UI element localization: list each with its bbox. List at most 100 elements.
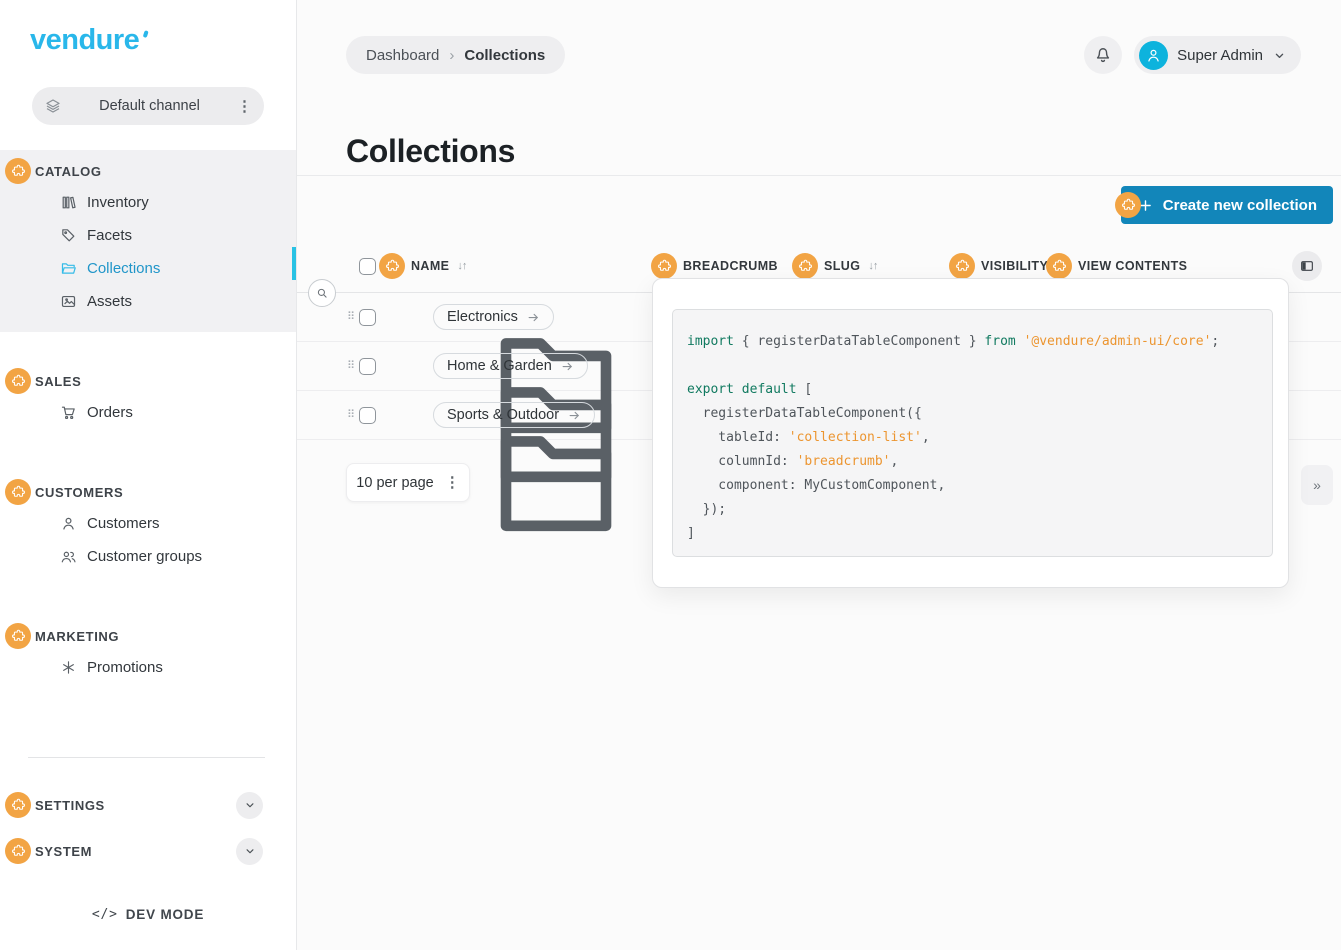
cart-icon — [60, 404, 77, 421]
chevron-down-icon — [243, 844, 257, 858]
section-label: CATALOG — [35, 164, 102, 179]
sidebar-item-collections[interactable]: Collections — [0, 252, 296, 285]
search-toggle[interactable] — [308, 279, 336, 307]
extension-badge[interactable] — [379, 253, 405, 279]
main-content: Dashboard › Collections Super Admin Coll… — [297, 0, 1341, 950]
extension-badge[interactable] — [5, 623, 31, 649]
chevron-down-icon — [243, 798, 257, 812]
channel-switcher[interactable]: Default channel ⋮ — [32, 87, 264, 125]
code-line: component: MyCustomComponent, — [687, 474, 1272, 498]
section-label: MARKETING — [35, 629, 119, 644]
extension-badge[interactable] — [1046, 253, 1072, 279]
select-all-checkbox[interactable] — [359, 258, 376, 275]
code-line: columnId: 'breadcrumb', — [687, 450, 1272, 474]
extension-badge[interactable] — [651, 253, 677, 279]
collection-name-link[interactable]: Home & Garden — [433, 353, 588, 379]
sort-icon[interactable]: ↓↑ — [868, 260, 877, 272]
code-line: tableId: 'collection-list', — [687, 426, 1272, 450]
sidebar-item-customer-groups[interactable]: Customer groups — [0, 540, 296, 573]
extension-badge[interactable] — [792, 253, 818, 279]
breadcrumb-collections[interactable]: Collections — [464, 47, 545, 64]
sidebar-item-customers[interactable]: Customers — [0, 507, 296, 540]
section-header: CATALOG — [0, 156, 296, 186]
puzzle-icon — [11, 374, 26, 389]
channel-menu-icon[interactable]: ⋮ — [237, 99, 252, 114]
extension-badge[interactable] — [1115, 192, 1141, 218]
sidebar-item-assets[interactable]: Assets — [0, 285, 296, 318]
nav-section-settings: SETTINGS — [0, 790, 296, 820]
drag-handle-icon[interactable]: ⠿ — [347, 410, 359, 421]
row-checkbox[interactable] — [359, 358, 376, 375]
expand-section-button[interactable] — [236, 792, 263, 819]
collection-name-link[interactable]: Electronics — [433, 304, 554, 330]
sort-icon[interactable]: ↓↑ — [457, 260, 466, 272]
breadcrumb: Dashboard › Collections — [346, 36, 565, 74]
expand-section-button[interactable] — [236, 838, 263, 865]
extension-badge[interactable] — [949, 253, 975, 279]
sidebar-item-orders[interactable]: Orders — [0, 396, 296, 429]
users-icon — [60, 548, 77, 565]
drag-handle-icon[interactable]: ⠿ — [347, 312, 359, 323]
puzzle-icon — [1121, 198, 1136, 213]
code-line: registerDataTableComponent({ — [687, 402, 1272, 426]
dev-mode-toggle[interactable]: </> DEV MODE — [0, 907, 296, 922]
arrow-right-icon — [526, 310, 541, 325]
sidebar-item-promotions[interactable]: Promotions — [0, 651, 296, 684]
puzzle-icon — [657, 259, 672, 274]
logo-trademark-mark — [143, 30, 149, 38]
next-page-button[interactable]: » — [1301, 465, 1333, 505]
dev-mode-code-popover: import { registerDataTableComponent } fr… — [652, 278, 1289, 588]
puzzle-icon — [955, 259, 970, 274]
nav-section-customers: CUSTOMERS CustomersCustomer groups — [0, 471, 296, 587]
section-header: SALES — [0, 366, 296, 396]
items-per-page-select[interactable]: 10 per page ⋮ — [346, 463, 470, 502]
section-label: SETTINGS — [35, 798, 105, 813]
per-page-label: 10 per page — [356, 475, 433, 491]
chevron-down-icon — [1272, 48, 1287, 63]
column-header-visibility: VISIBILITY — [949, 252, 1048, 280]
image-icon — [60, 293, 77, 310]
puzzle-icon — [11, 629, 26, 644]
extension-badge[interactable] — [5, 792, 31, 818]
column-settings-button[interactable] — [1292, 251, 1322, 281]
section-label: CUSTOMERS — [35, 485, 123, 500]
section-label: SALES — [35, 374, 81, 389]
puzzle-icon — [11, 485, 26, 500]
snow-icon — [60, 659, 77, 676]
code-line: import { registerDataTableComponent } fr… — [687, 330, 1272, 354]
extension-badge[interactable] — [5, 479, 31, 505]
row-checkbox[interactable] — [359, 309, 376, 326]
notifications-button[interactable] — [1084, 36, 1122, 74]
extension-badge[interactable] — [5, 158, 31, 184]
user-menu[interactable]: Super Admin — [1134, 36, 1301, 74]
vendure-logo: vendure — [30, 24, 144, 57]
sidebar-item-inventory[interactable]: Inventory — [0, 186, 296, 219]
puzzle-icon — [11, 164, 26, 179]
drag-handle-icon[interactable]: ⠿ — [347, 361, 359, 372]
code-snippet: import { registerDataTableComponent } fr… — [672, 309, 1273, 557]
column-header-name[interactable]: NAME↓↑ — [379, 252, 466, 280]
sidebar: vendure Default channel ⋮ CATALOG Invento… — [0, 0, 297, 950]
user-icon — [60, 515, 77, 532]
section-header: MARKETING — [0, 621, 296, 651]
row-checkbox[interactable] — [359, 407, 376, 424]
code-line: export default [ — [687, 378, 1272, 402]
per-page-menu-icon: ⋮ — [445, 475, 460, 490]
collection-name-link[interactable]: Sports & Outdoor — [433, 402, 595, 428]
code-line — [687, 354, 1272, 378]
breadcrumb-dashboard[interactable]: Dashboard — [366, 47, 439, 64]
create-new-collection-button[interactable]: Create new collection — [1121, 186, 1333, 224]
search-icon — [315, 286, 329, 300]
sidebar-divider — [28, 757, 265, 758]
puzzle-icon — [385, 259, 400, 274]
column-header-slug[interactable]: SLUG↓↑ — [792, 252, 877, 280]
channel-label: Default channel — [62, 98, 237, 114]
active-item-indicator — [292, 247, 296, 280]
nav-section-sales: SALES Orders — [0, 360, 296, 443]
bell-icon — [1093, 45, 1113, 65]
sidebar-item-facets[interactable]: Facets — [0, 219, 296, 252]
extension-badge[interactable] — [5, 838, 31, 864]
nav-section-marketing: MARKETING Promotions — [0, 615, 296, 698]
nav-sections: CATALOGInventoryFacetsCollectionsAssets … — [0, 150, 296, 698]
extension-badge[interactable] — [5, 368, 31, 394]
